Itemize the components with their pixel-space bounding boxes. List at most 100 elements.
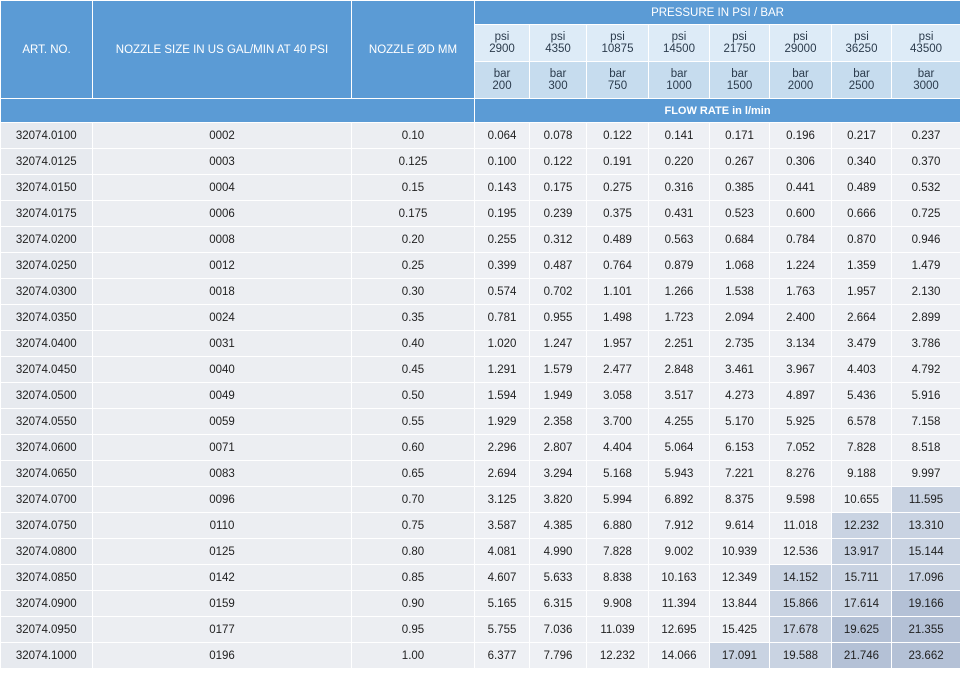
flow-rate-cell: 0.487 <box>529 252 587 279</box>
flow-rate-cell: 0.946 <box>891 226 960 253</box>
flow-rate-cell: 0.441 <box>769 174 832 201</box>
nozzle-diameter-cell: 0.40 <box>351 330 475 357</box>
flow-rate-cell: 2.358 <box>529 408 587 435</box>
psi-unit-label: psi <box>610 31 625 43</box>
flow-rate-cell: 3.461 <box>709 356 770 383</box>
bar-value: 3000 <box>913 80 939 92</box>
nozzle-diameter-cell: 0.60 <box>351 434 475 461</box>
art-no-cell: 32074.0250 <box>0 252 93 279</box>
bar-header-cell: bar 2500 <box>831 61 892 99</box>
table-row: 32074.0600 0071 0.60 2.296 2.807 4.404 5.064 6.… <box>0 434 960 461</box>
psi-unit-label: psi <box>793 31 808 43</box>
flow-rate-cell: 0.316 <box>648 174 710 201</box>
nozzle-diameter-cell: 0.125 <box>351 148 475 175</box>
flow-rate-cell: 12.536 <box>769 538 832 565</box>
flow-rate-cell: 13.917 <box>831 538 892 565</box>
flow-rate-cell: 5.994 <box>586 486 649 513</box>
bar-header-cell: bar 3000 <box>890 61 960 99</box>
nozzle-diameter-cell: 1.00 <box>351 642 475 669</box>
flow-rate-cell: 3.479 <box>831 330 892 357</box>
flow-rate-cell: 7.036 <box>529 616 587 643</box>
flow-rate-cell: 2.807 <box>529 434 587 461</box>
flow-rate-cell: 3.125 <box>474 486 530 513</box>
flow-rate-cell: 1.101 <box>586 278 649 305</box>
flow-rate-cell: 6.892 <box>648 486 710 513</box>
nozzle-size-cell: 0196 <box>92 642 352 669</box>
flow-rate-cell: 0.267 <box>709 148 770 175</box>
flow-rate-cell: 13.844 <box>709 590 770 617</box>
header-nozzle-size: NOZZLE SIZE IN US GAL/MIN AT 40 PSI <box>92 0 352 99</box>
table-row: 32074.0100 0002 0.10 0.064 0.078 0.122 0.141 0.… <box>0 122 960 149</box>
art-no-cell: 32074.0800 <box>0 538 93 565</box>
flow-rate-cell: 19.166 <box>891 590 960 617</box>
art-no-cell: 32074.0350 <box>0 304 93 331</box>
bar-value: 1000 <box>666 80 692 92</box>
bar-header-cell: bar 750 <box>586 61 649 99</box>
flow-rate-cell: 3.967 <box>769 356 832 383</box>
art-no-cell: 32074.0950 <box>0 616 93 643</box>
flow-rate-cell: 1.949 <box>529 382 587 409</box>
flow-rate-cell: 0.340 <box>831 148 892 175</box>
bar-value: 2500 <box>848 80 875 92</box>
table-row: 32074.0300 0018 0.30 0.574 0.702 1.101 1.266 1.… <box>0 278 960 305</box>
table-row: 32074.0200 0008 0.20 0.255 0.312 0.489 0.563 0.… <box>0 226 960 253</box>
flow-rate-cell: 0.195 <box>474 200 530 227</box>
nozzle-size-cell: 0071 <box>92 434 352 461</box>
nozzle-diameter-cell: 0.20 <box>351 226 475 253</box>
psi-value: 2900 <box>489 43 515 55</box>
table-row: 32074.0125 0003 0.125 0.100 0.122 0.191 0.220 0… <box>0 148 960 175</box>
psi-value: 36250 <box>845 43 878 55</box>
flow-rate-cell: 8.276 <box>769 460 832 487</box>
table-row: 32074.0700 0096 0.70 3.125 3.820 5.994 6.892 8.… <box>0 486 960 513</box>
psi-header-cell: psi 29000 <box>769 24 832 62</box>
flow-rate-cell: 0.725 <box>891 200 960 227</box>
flow-rate-cell: 1.266 <box>648 278 710 305</box>
art-no-cell: 32074.0900 <box>0 590 93 617</box>
flow-rate-cell: 0.255 <box>474 226 530 253</box>
flow-rate-cell: 0.196 <box>769 122 832 149</box>
flow-rate-cell: 0.370 <box>891 148 960 175</box>
psi-value: 43500 <box>910 43 943 55</box>
psi-header-cell: psi 21750 <box>709 24 770 62</box>
psi-unit-label: psi <box>550 31 566 43</box>
nozzle-size-cell: 0003 <box>92 148 352 175</box>
nozzle-diameter-cell: 0.10 <box>351 122 475 149</box>
nozzle-diameter-cell: 0.75 <box>351 512 475 539</box>
flow-rate-cell: 11.394 <box>648 590 710 617</box>
flow-rate-cell: 5.925 <box>769 408 832 435</box>
flow-rate-cell: 7.052 <box>769 434 832 461</box>
table-row: 32074.0450 0040 0.45 1.291 1.579 2.477 2.848 3.… <box>0 356 960 383</box>
flow-rate-cell: 0.306 <box>769 148 832 175</box>
flow-rate-cell: 11.039 <box>586 616 649 643</box>
flow-rate-cell: 0.141 <box>648 122 710 149</box>
bar-value: 1500 <box>726 80 753 92</box>
flow-rate-cell: 11.595 <box>891 486 960 513</box>
flow-rate-cell: 0.563 <box>648 226 710 253</box>
flow-rate-cell: 1.479 <box>891 252 960 279</box>
flow-rate-cell: 0.431 <box>648 200 710 227</box>
psi-unit-label: psi <box>854 31 869 43</box>
flow-rate-cell: 1.068 <box>709 252 770 279</box>
flow-rate-cell: 0.523 <box>709 200 770 227</box>
flow-rate-cell: 9.598 <box>769 486 832 513</box>
bar-unit-label: bar <box>670 68 688 80</box>
flow-rate-cell: 11.018 <box>769 512 832 539</box>
flow-rate-cell: 7.158 <box>891 408 960 435</box>
table-header: ART. NO. NOZZLE SIZE IN US GAL/MIN AT 40… <box>0 0 960 123</box>
art-no-cell: 32074.0125 <box>0 148 93 175</box>
bar-header-cell: bar 300 <box>529 61 587 99</box>
flow-rate-cell: 0.870 <box>831 226 892 253</box>
art-no-cell: 32074.0650 <box>0 460 93 487</box>
table-row: 32074.1000 0196 1.00 6.377 7.796 12.232 14.066… <box>0 642 960 669</box>
table-row: 32074.0650 0083 0.65 2.694 3.294 5.168 5.943 7.… <box>0 460 960 487</box>
flow-rate-cell: 1.723 <box>648 304 710 331</box>
flow-rate-cell: 4.792 <box>891 356 960 383</box>
flow-rate-cell: 12.232 <box>586 642 649 669</box>
flow-rate-cell: 4.255 <box>648 408 710 435</box>
table-row: 32074.0500 0049 0.50 1.594 1.949 3.058 3.517 4.… <box>0 382 960 409</box>
psi-header-cell: psi 36250 <box>831 24 892 62</box>
flow-rate-cell: 1.020 <box>474 330 530 357</box>
flow-rate-cell: 10.163 <box>648 564 710 591</box>
header-pressure: PRESSURE IN PSI / BAR <box>473 0 960 25</box>
flow-rate-cell: 5.064 <box>648 434 710 461</box>
